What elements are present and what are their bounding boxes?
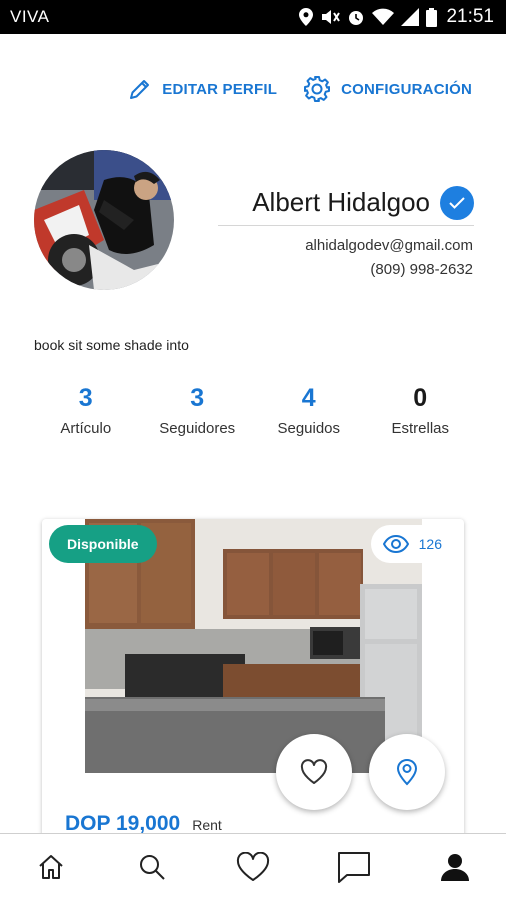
gear-icon	[304, 76, 331, 102]
status-badge: Disponible	[49, 525, 157, 563]
eye-icon	[382, 535, 409, 553]
settings-label: CONFIGURACIÓN	[341, 80, 472, 98]
signal-icon	[401, 8, 420, 26]
chat-icon	[338, 852, 371, 883]
stat-stars[interactable]: 0 Estrellas	[365, 382, 475, 437]
map-pin-icon	[396, 758, 418, 786]
location-icon	[299, 8, 314, 26]
search-icon	[139, 855, 165, 880]
stat-following[interactable]: 4 Seguidos	[254, 382, 364, 437]
profile-name-row: Albert Hidalgoo	[218, 180, 474, 226]
profile-stats: 3 Artículo 3 Seguidores 4 Seguidos 0 Est…	[30, 382, 476, 437]
views-counter: 126	[370, 525, 456, 563]
alarm-icon	[349, 11, 364, 25]
nav-profile[interactable]	[420, 837, 490, 897]
like-button[interactable]	[276, 734, 352, 810]
status-icons: 21:51	[299, 6, 494, 28]
home-icon	[38, 855, 63, 879]
stat-label: Estrellas	[391, 420, 450, 437]
profile-actions: EDITAR PERFIL CONFIGURACIÓN	[128, 75, 472, 103]
nav-favorites[interactable]	[218, 837, 288, 897]
profile-icon	[441, 854, 470, 881]
stat-label: Artículo	[60, 420, 112, 437]
stat-label: Seguidores	[159, 420, 236, 437]
stat-articles[interactable]: 3 Artículo	[31, 382, 141, 437]
avatar-photo	[34, 150, 174, 290]
status-bar: VIVA 21:51	[0, 0, 506, 34]
mute-icon	[322, 10, 341, 24]
listing-type: Rent	[192, 817, 222, 833]
pencil-icon	[130, 80, 150, 99]
nav-search[interactable]	[117, 837, 187, 897]
heart-icon	[236, 852, 270, 881]
stat-value: 0	[413, 384, 428, 412]
profile-bio: book sit some shade into	[34, 337, 189, 353]
profile-name: Albert Hidalgoo	[252, 187, 430, 217]
battery-icon	[426, 7, 438, 27]
verified-icon	[440, 185, 474, 220]
profile-email: alhidalgodev@gmail.com	[305, 237, 473, 254]
stat-value: 3	[190, 384, 205, 412]
stat-value: 3	[78, 384, 93, 412]
stat-value: 4	[301, 384, 316, 412]
views-count: 126	[418, 536, 442, 552]
carrier-label: VIVA	[10, 7, 50, 26]
bottom-nav	[0, 833, 506, 900]
edit-profile-label: EDITAR PERFIL	[162, 80, 278, 98]
listing-card[interactable]: Disponible 126 DOP 19,000 Rent	[42, 519, 464, 859]
nav-messages[interactable]	[319, 837, 389, 897]
stat-followers[interactable]: 3 Seguidores	[142, 382, 252, 437]
wifi-icon	[372, 8, 395, 25]
nav-home[interactable]	[16, 837, 86, 897]
contact-info: alhidalgodev@gmail.com (809) 998-2632	[305, 234, 473, 282]
location-button[interactable]	[369, 734, 445, 810]
settings-button[interactable]: CONFIGURACIÓN	[303, 75, 472, 103]
edit-profile-button[interactable]: EDITAR PERFIL	[128, 77, 277, 101]
heart-icon	[300, 759, 328, 784]
clock: 21:51	[446, 6, 494, 27]
profile-phone: (809) 998-2632	[370, 261, 473, 278]
avatar[interactable]	[34, 150, 174, 290]
stat-label: Seguidos	[277, 420, 341, 437]
